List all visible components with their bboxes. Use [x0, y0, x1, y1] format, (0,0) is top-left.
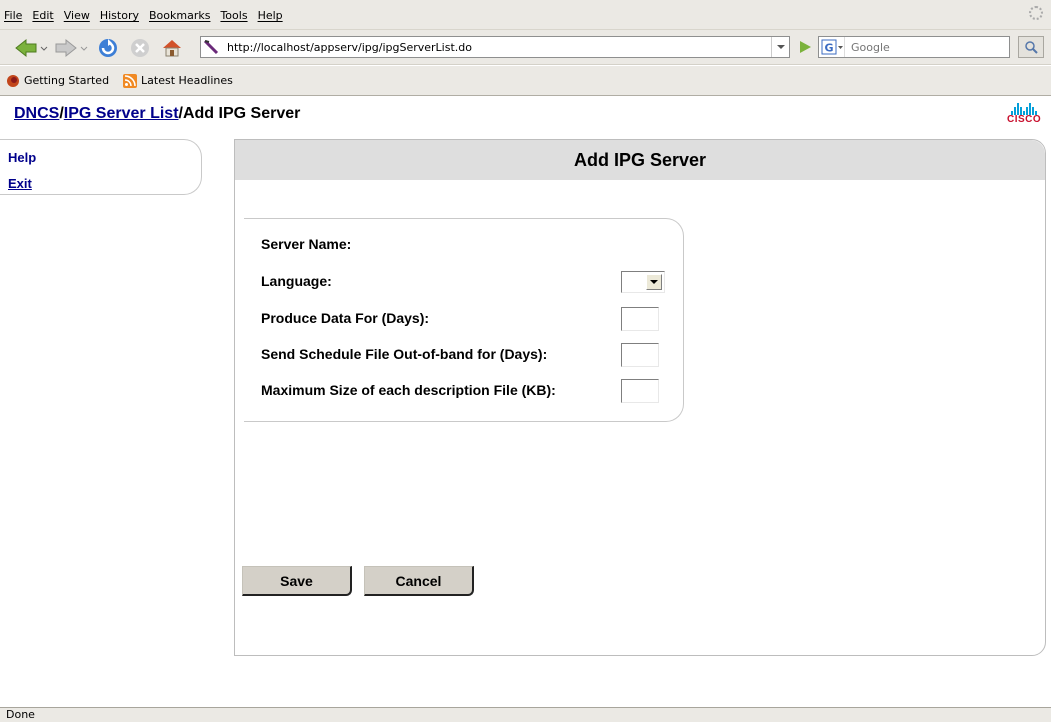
bookmark-label: Getting Started	[24, 74, 110, 87]
menu-bookmarks[interactable]: Bookmarks	[149, 9, 210, 22]
save-button[interactable]: Save	[242, 566, 352, 596]
reload-icon	[99, 39, 117, 57]
bookmark-getting-started[interactable]: Getting Started	[6, 74, 109, 88]
bookmark-latest-headlines[interactable]: Latest Headlines	[123, 73, 233, 88]
bookmark-label: Latest Headlines	[141, 74, 233, 87]
server-name-label: Server Name:	[261, 236, 352, 252]
menu-tools[interactable]: Tools	[220, 9, 247, 22]
language-label: Language:	[261, 273, 332, 289]
home-icon	[163, 40, 181, 57]
back-arrow-icon	[15, 38, 48, 58]
status-text: Done	[6, 708, 35, 721]
panel-title: Add IPG Server	[235, 140, 1045, 180]
cancel-button[interactable]: Cancel	[364, 566, 474, 596]
produce-data-label: Produce Data For (Days):	[261, 310, 430, 326]
stop-icon	[131, 39, 149, 57]
url-history-dropdown[interactable]	[771, 37, 789, 57]
exit-link[interactable]: Exit	[8, 176, 32, 191]
breadcrumb-dncs-link[interactable]: DNCS	[14, 105, 59, 122]
throbber-icon	[1029, 6, 1043, 20]
send-schedule-label: Send Schedule File Out-of-band for (Days…	[261, 346, 548, 362]
magnifier-icon	[1025, 41, 1038, 54]
stop-button[interactable]	[128, 37, 152, 59]
breadcrumb: DNCS/IPG Server List/Add IPG Server	[14, 105, 300, 123]
search-engine-selector[interactable]: G	[819, 37, 845, 57]
menu-file[interactable]: File	[4, 9, 22, 22]
go-arrow-icon	[800, 41, 811, 53]
search-bar[interactable]: G	[818, 36, 1010, 58]
breadcrumb-current: Add IPG Server	[182, 105, 301, 122]
url-text: http://localhost/appserv/ipg/ipgServerLi…	[227, 40, 472, 54]
forward-arrow-icon	[55, 38, 88, 58]
google-engine-icon: G	[821, 39, 843, 55]
menu-edit[interactable]: Edit	[32, 9, 53, 22]
bookmarks-toolbar: Getting Started Latest Headlines	[0, 66, 1051, 96]
search-input[interactable]	[845, 40, 995, 54]
go-button[interactable]	[796, 38, 814, 56]
reload-button[interactable]	[96, 37, 120, 59]
chevron-down-icon	[776, 45, 785, 49]
menu-help[interactable]: Help	[258, 9, 283, 22]
dropdown-arrow-icon[interactable]	[646, 274, 662, 290]
forward-button[interactable]	[54, 37, 88, 59]
svg-text:G: G	[824, 42, 833, 55]
send-schedule-input[interactable]	[621, 343, 659, 367]
url-bar[interactable]: http://localhost/appserv/ipg/ipgServerLi…	[200, 36, 790, 58]
max-size-input[interactable]	[621, 379, 659, 403]
firefox-icon	[7, 74, 19, 87]
server-form: Server Name: Language: Produce Data For …	[244, 218, 684, 422]
page-content: DNCS/IPG Server List/Add IPG Server CISC…	[0, 97, 1051, 707]
help-link[interactable]: Help	[8, 150, 36, 165]
language-select[interactable]	[621, 271, 665, 293]
home-button[interactable]	[160, 37, 184, 59]
search-go-button[interactable]	[1018, 36, 1044, 58]
status-bar: Done	[0, 707, 1051, 722]
cisco-logo: CISCO	[1007, 103, 1041, 125]
cisco-wordmark: CISCO	[1007, 114, 1042, 125]
produce-data-input[interactable]	[621, 307, 659, 331]
breadcrumb-ipg-server-list-link[interactable]: IPG Server List	[64, 105, 179, 122]
back-button[interactable]	[14, 37, 48, 59]
menu-items: File Edit View History Bookmarks Tools H…	[4, 9, 283, 22]
menu-bar: File Edit View History Bookmarks Tools H…	[0, 0, 1051, 30]
menu-view[interactable]: View	[64, 9, 90, 22]
navigation-toolbar: http://localhost/appserv/ipg/ipgServerLi…	[0, 30, 1051, 65]
left-nav: Help Exit	[0, 139, 202, 195]
rss-feed-icon	[123, 73, 138, 88]
page-favicon-icon	[201, 37, 221, 57]
max-size-label: Maximum Size of each description File (K…	[261, 382, 556, 398]
menu-history[interactable]: History	[100, 9, 139, 22]
